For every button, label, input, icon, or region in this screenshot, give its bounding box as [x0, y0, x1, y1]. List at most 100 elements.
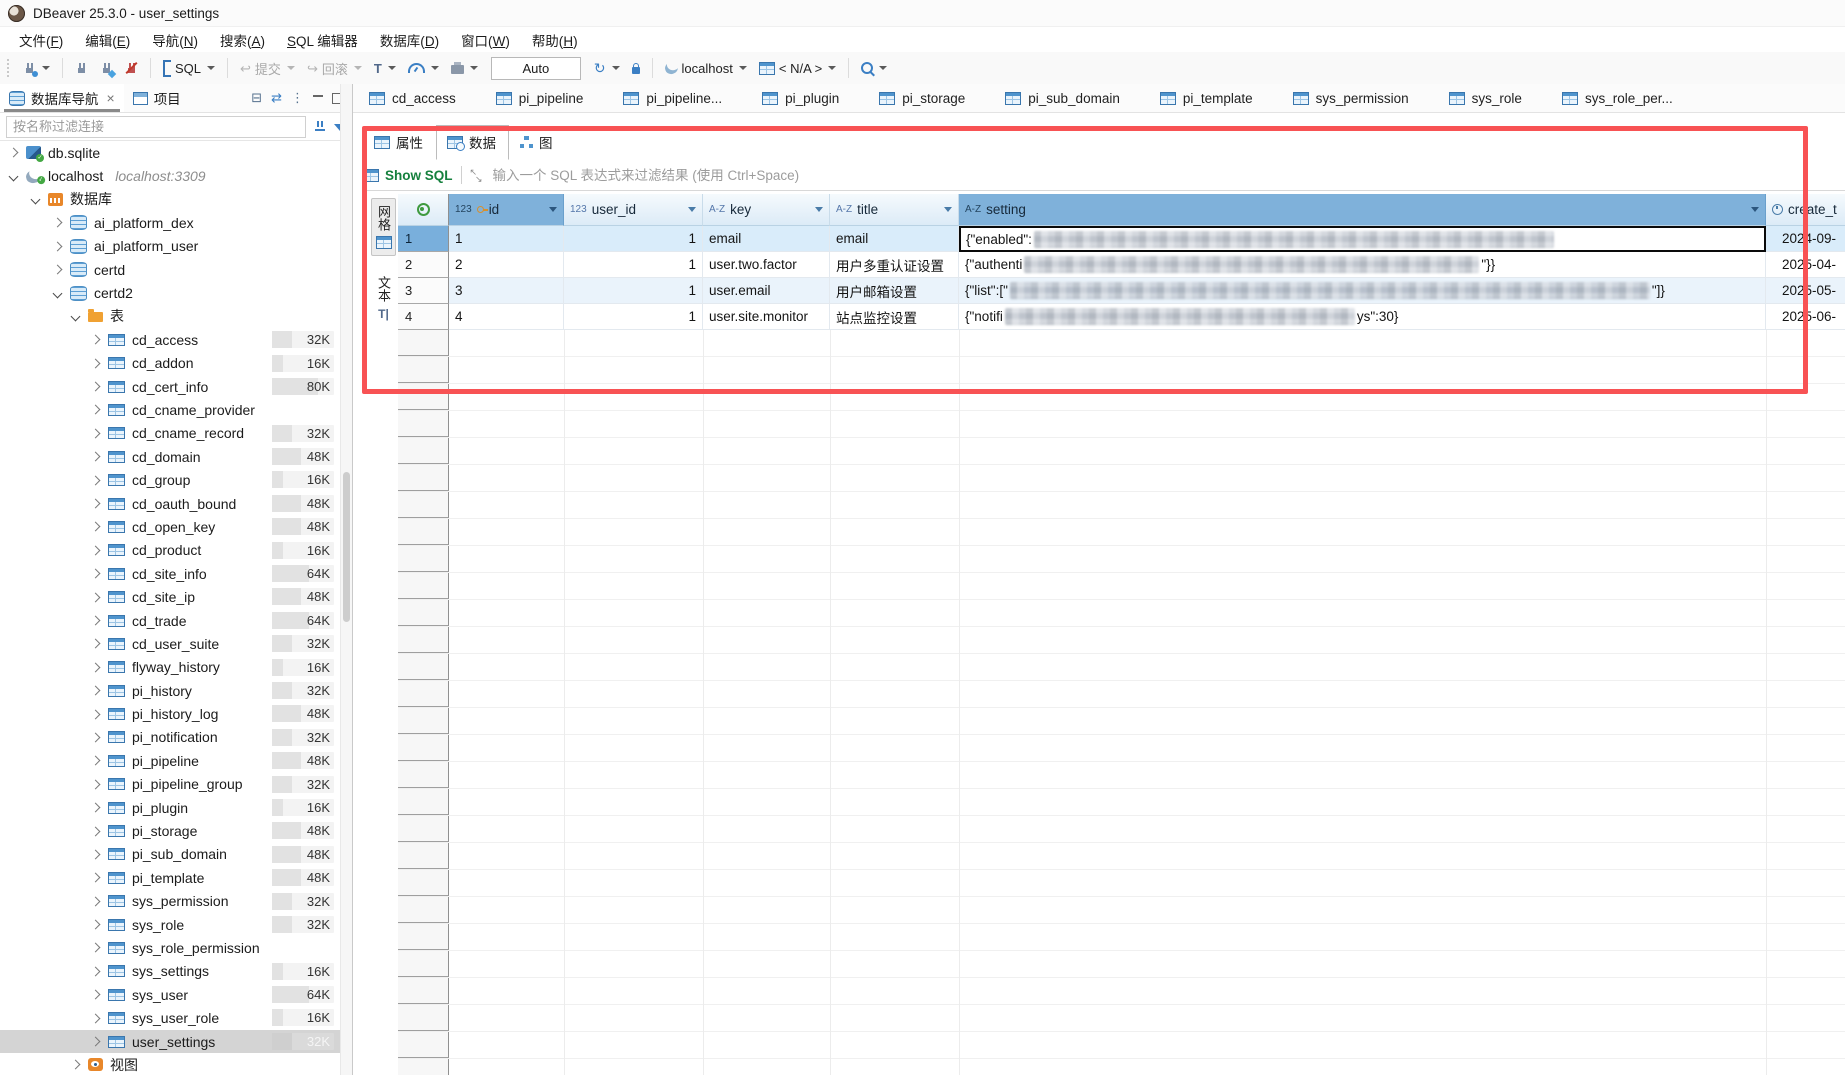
- tree-item-sys_permission[interactable]: sys_permission32K: [0, 890, 340, 913]
- tree-item-localhost[interactable]: ✓localhostlocalhost:3309: [0, 164, 340, 187]
- empty-row-number-cell[interactable]: [398, 411, 449, 437]
- tree-item-certd[interactable]: certd: [0, 258, 340, 281]
- empty-row-number-cell[interactable]: [398, 843, 449, 869]
- chevron-right-icon[interactable]: [91, 382, 101, 392]
- editor-tab-sys_role[interactable]: sys_role: [1443, 86, 1528, 111]
- presentation-tab-grid[interactable]: 网格: [371, 198, 396, 256]
- editor-tab-pi_template[interactable]: pi_template: [1154, 86, 1259, 111]
- empty-row-number-cell[interactable]: [398, 1032, 449, 1058]
- chevron-right-icon[interactable]: [91, 779, 101, 789]
- transaction-mode-button[interactable]: T: [369, 59, 401, 78]
- chevron-right-icon[interactable]: [91, 756, 101, 766]
- auto-commit-select[interactable]: Auto: [491, 57, 581, 80]
- cell-title[interactable]: 用户多重认证设置: [830, 252, 959, 278]
- cell-user_id[interactable]: 1: [564, 252, 703, 278]
- cell-id[interactable]: 3: [449, 278, 564, 304]
- result-tab-图[interactable]: 图: [509, 125, 566, 160]
- chevron-right-icon[interactable]: [91, 499, 101, 509]
- empty-row-number-cell[interactable]: [398, 897, 449, 923]
- chevron-right-icon[interactable]: [91, 335, 101, 345]
- show-sql-button[interactable]: Show SQL: [363, 168, 453, 183]
- tree-item-ai_platform_dex[interactable]: ai_platform_dex: [0, 211, 340, 234]
- link-editor-icon[interactable]: ⇄: [271, 90, 282, 106]
- chevron-right-icon[interactable]: [91, 990, 101, 1000]
- tree-item-cd_group[interactable]: cd_group16K: [0, 468, 340, 491]
- menu-item-1[interactable]: 编辑(E): [74, 27, 141, 53]
- tree-item-表[interactable]: 表: [0, 305, 340, 328]
- editor-tab-cd_access[interactable]: cd_access: [363, 86, 462, 111]
- tree-item-sys_user[interactable]: sys_user64K: [0, 983, 340, 1006]
- column-filter-caret-icon[interactable]: [815, 207, 823, 212]
- search-button[interactable]: [856, 59, 892, 77]
- chevron-down-icon[interactable]: [53, 288, 63, 298]
- empty-row-number-cell[interactable]: [398, 951, 449, 977]
- empty-row-number-cell[interactable]: [398, 1059, 449, 1075]
- chevron-right-icon[interactable]: [91, 639, 101, 649]
- empty-row-number-cell[interactable]: [398, 465, 449, 491]
- empty-row-number-cell[interactable]: [398, 573, 449, 599]
- presentation-tab-text[interactable]: 文本T|: [372, 270, 395, 327]
- empty-row-number-cell[interactable]: [398, 789, 449, 815]
- menu-item-5[interactable]: 数据库(D): [369, 27, 450, 53]
- chevron-right-icon[interactable]: [91, 405, 101, 415]
- column-header-key[interactable]: A-Zkey: [703, 194, 830, 226]
- column-header-id[interactable]: 123id: [449, 194, 564, 226]
- cell-create_t[interactable]: 2024-09-: [1766, 226, 1845, 252]
- column-filter-caret-icon[interactable]: [1751, 207, 1759, 212]
- chevron-down-icon[interactable]: [31, 195, 41, 205]
- tree-item-cd_trade[interactable]: cd_trade64K: [0, 609, 340, 632]
- tab-database-navigator[interactable]: 数据库导航 ×: [0, 84, 124, 112]
- editor-tab-pi_sub_domain[interactable]: pi_sub_domain: [999, 86, 1126, 111]
- tree-item-视图[interactable]: 视图: [0, 1053, 340, 1075]
- transaction-log-button[interactable]: ↻: [589, 58, 625, 78]
- tree-item-cd_access[interactable]: cd_access32K: [0, 328, 340, 351]
- chevron-down-icon[interactable]: [9, 171, 19, 181]
- chevron-right-icon[interactable]: [91, 709, 101, 719]
- tree-item-flyway_history[interactable]: flyway_history16K: [0, 656, 340, 679]
- expand-filter-icon[interactable]: ↖↘: [470, 169, 483, 182]
- cell-key[interactable]: user.site.monitor: [703, 304, 830, 330]
- column-header-user_id[interactable]: 123user_id: [564, 194, 703, 226]
- cell-id[interactable]: 2: [449, 252, 564, 278]
- chevron-right-icon[interactable]: [53, 241, 63, 251]
- chevron-right-icon[interactable]: [91, 475, 101, 485]
- chevron-right-icon[interactable]: [71, 1060, 81, 1070]
- cell-setting[interactable]: {"notifiys":30}: [959, 304, 1766, 330]
- connection-filter-input[interactable]: [6, 116, 306, 138]
- active-connection-select[interactable]: localhost: [660, 58, 752, 79]
- tree-item-pi_pipeline_group[interactable]: pi_pipeline_group32K: [0, 773, 340, 796]
- tree-item-certd2[interactable]: certd2: [0, 281, 340, 304]
- empty-row-number-cell[interactable]: [398, 357, 449, 383]
- row-number-cell[interactable]: 4: [398, 304, 449, 330]
- cell-create_t[interactable]: 2025-04-: [1766, 252, 1845, 278]
- tree-item-pi_history_log[interactable]: pi_history_log48K: [0, 702, 340, 725]
- close-icon[interactable]: ×: [107, 90, 115, 106]
- tree-item-cd_site_info[interactable]: cd_site_info64K: [0, 562, 340, 585]
- cell-id[interactable]: 1: [449, 226, 564, 252]
- tree-item-sys_role_permission[interactable]: sys_role_permission: [0, 936, 340, 959]
- tree-item-cd_site_ip[interactable]: cd_site_ip48K: [0, 585, 340, 608]
- active-database-select[interactable]: < N/A >: [754, 58, 841, 79]
- sql-filter-input[interactable]: [491, 167, 1845, 184]
- commit-button[interactable]: ↩提交: [235, 56, 300, 81]
- cell-setting[interactable]: {"enabled":: [959, 226, 1766, 252]
- tree-item-pi_template[interactable]: pi_template48K: [0, 866, 340, 889]
- editor-tab-pi_pipeline[interactable]: pi_pipeline: [490, 86, 590, 111]
- collapse-all-icon[interactable]: ⊟: [251, 90, 262, 106]
- empty-row-number-cell[interactable]: [398, 546, 449, 572]
- empty-row-number-cell[interactable]: [398, 600, 449, 626]
- menu-item-4[interactable]: SQL 编辑器: [276, 27, 369, 53]
- chevron-right-icon[interactable]: [91, 896, 101, 906]
- tree-item-pi_pipeline[interactable]: pi_pipeline48K: [0, 749, 340, 772]
- cell-setting[interactable]: {"authenti"}}: [959, 252, 1766, 278]
- tree-item-pi_history[interactable]: pi_history32K: [0, 679, 340, 702]
- tree-item-db.sqlite[interactable]: ✓db.sqlite: [0, 141, 340, 164]
- empty-row-number-cell[interactable]: [398, 519, 449, 545]
- editor-tab-sys_permission[interactable]: sys_permission: [1287, 86, 1415, 111]
- connect-button[interactable]: [70, 59, 93, 78]
- empty-row-number-cell[interactable]: [398, 330, 449, 356]
- cell-title[interactable]: 站点监控设置: [830, 304, 959, 330]
- empty-row-number-cell[interactable]: [398, 924, 449, 950]
- empty-row-number-cell[interactable]: [398, 384, 449, 410]
- column-filter-caret-icon[interactable]: [688, 207, 696, 212]
